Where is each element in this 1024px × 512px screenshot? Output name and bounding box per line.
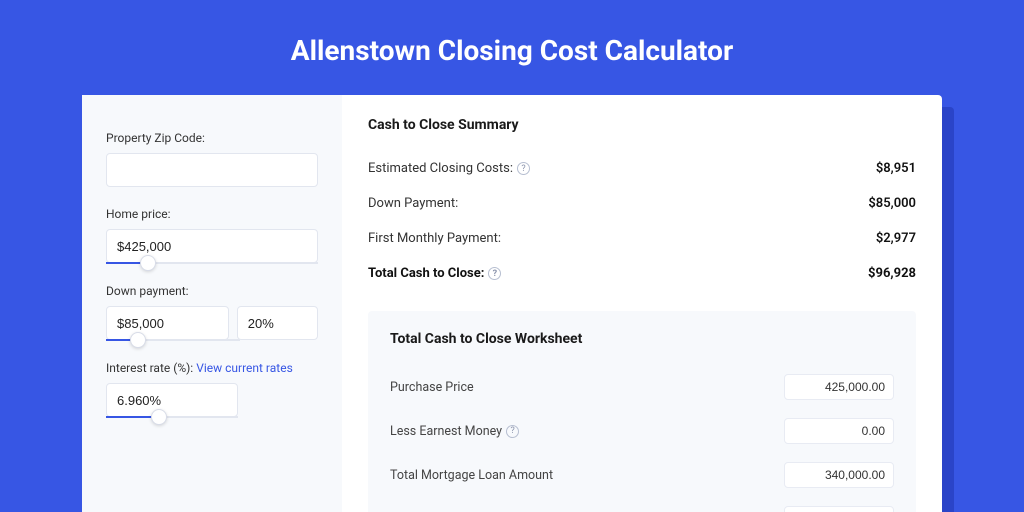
worksheet-row-input[interactable]: [784, 374, 894, 400]
summary-row: Estimated Closing Costs:? $8,951: [368, 151, 916, 186]
summary-row: First Monthly Payment: $2,977: [368, 221, 916, 256]
worksheet-row: Total Second Mortgage Amount: [390, 497, 894, 512]
zip-field-group: Property Zip Code:: [106, 131, 318, 187]
summary-row-value: $8,951: [876, 161, 916, 176]
down-payment-field-group: Down payment:: [106, 284, 318, 341]
worksheet-heading: Total Cash to Close Worksheet: [390, 331, 894, 347]
help-icon[interactable]: ?: [506, 425, 519, 438]
home-price-label: Home price:: [106, 207, 318, 221]
home-price-slider[interactable]: [106, 262, 318, 264]
worksheet-row-label-text: Less Earnest Money: [390, 424, 502, 439]
worksheet-row-label-text: Total Mortgage Loan Amount: [390, 468, 553, 483]
worksheet-row-input[interactable]: [784, 418, 894, 444]
summary-row: Total Cash to Close:? $96,928: [368, 256, 916, 291]
zip-input[interactable]: [106, 153, 318, 187]
home-price-field-group: Home price:: [106, 207, 318, 264]
home-price-slider-thumb[interactable]: [140, 255, 156, 271]
summary-row-label: Total Cash to Close:?: [368, 266, 501, 281]
summary-row-label-text: Total Cash to Close:: [368, 266, 484, 281]
worksheet-row-input[interactable]: [784, 506, 894, 512]
worksheet-row: Purchase Price: [390, 365, 894, 409]
worksheet-row-label: Less Earnest Money?: [390, 424, 519, 439]
worksheet-panel: Total Cash to Close Worksheet Purchase P…: [368, 311, 916, 512]
interest-rate-slider-thumb[interactable]: [151, 409, 167, 425]
worksheet-row-label-text: Purchase Price: [390, 380, 474, 395]
worksheet-row-label: Purchase Price: [390, 380, 474, 395]
summary-row-label-text: Down Payment:: [368, 196, 458, 211]
interest-rate-field-group: Interest rate (%): View current rates: [106, 361, 318, 418]
summary-row-label-text: First Monthly Payment:: [368, 231, 501, 246]
down-payment-amount-input[interactable]: [106, 306, 229, 340]
summary-list: Estimated Closing Costs:? $8,951 Down Paym…: [368, 151, 916, 291]
worksheet-list: Purchase Price Less Earnest Money? Total M…: [390, 365, 894, 512]
worksheet-row: Total Mortgage Loan Amount: [390, 453, 894, 497]
summary-row-value: $96,928: [868, 266, 916, 281]
zip-label: Property Zip Code:: [106, 131, 318, 145]
down-payment-percent-input[interactable]: [237, 306, 318, 340]
interest-rate-input[interactable]: [106, 383, 238, 417]
worksheet-row: Less Earnest Money?: [390, 409, 894, 453]
summary-row-label: First Monthly Payment:: [368, 231, 501, 246]
results-panel: Cash to Close Summary Estimated Closing …: [342, 95, 942, 512]
worksheet-row-input[interactable]: [784, 462, 894, 488]
worksheet-row-label: Total Mortgage Loan Amount: [390, 468, 553, 483]
calculator-card: Property Zip Code: Home price: Down paym…: [82, 95, 942, 512]
summary-row-value: $2,977: [876, 231, 916, 246]
help-icon[interactable]: ?: [517, 162, 530, 175]
summary-row-label: Down Payment:: [368, 196, 458, 211]
summary-row-label: Estimated Closing Costs:?: [368, 161, 530, 176]
interest-rate-label: Interest rate (%): View current rates: [106, 361, 318, 375]
down-payment-slider-thumb[interactable]: [130, 332, 146, 348]
help-icon[interactable]: ?: [488, 267, 501, 280]
interest-rate-slider[interactable]: [106, 416, 238, 418]
view-rates-link[interactable]: View current rates: [196, 361, 293, 375]
home-price-input[interactable]: [106, 229, 318, 263]
interest-rate-label-text: Interest rate (%):: [106, 361, 193, 375]
summary-row: Down Payment: $85,000: [368, 186, 916, 221]
page-title: Allenstown Closing Cost Calculator: [0, 0, 1024, 95]
down-payment-label: Down payment:: [106, 284, 318, 298]
input-panel: Property Zip Code: Home price: Down paym…: [82, 95, 342, 512]
summary-heading: Cash to Close Summary: [368, 117, 916, 133]
summary-row-label-text: Estimated Closing Costs:: [368, 161, 513, 176]
down-payment-slider[interactable]: [106, 339, 240, 341]
summary-row-value: $85,000: [868, 196, 916, 211]
